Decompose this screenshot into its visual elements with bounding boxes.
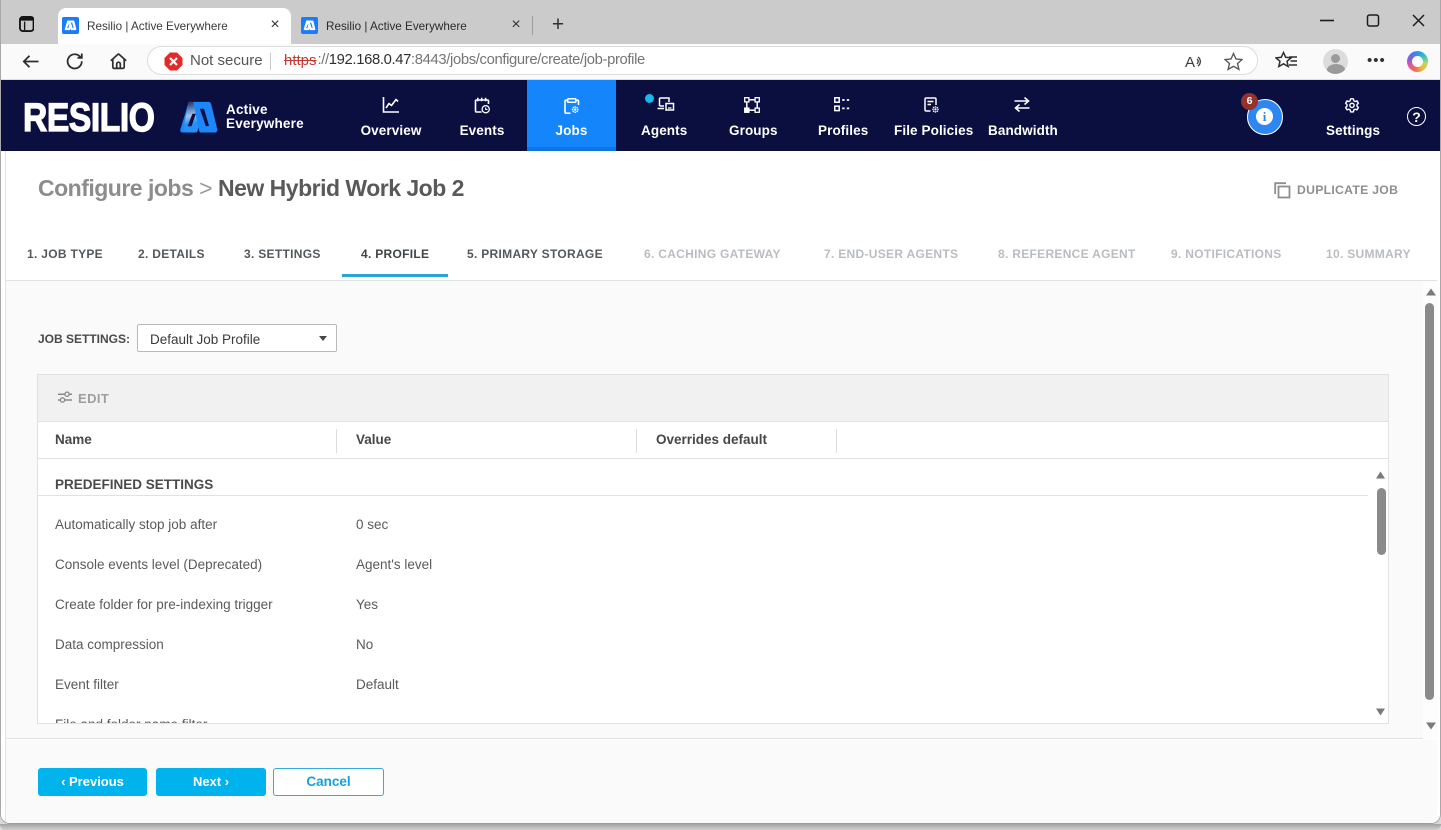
svg-text:A: A [1185, 54, 1195, 71]
